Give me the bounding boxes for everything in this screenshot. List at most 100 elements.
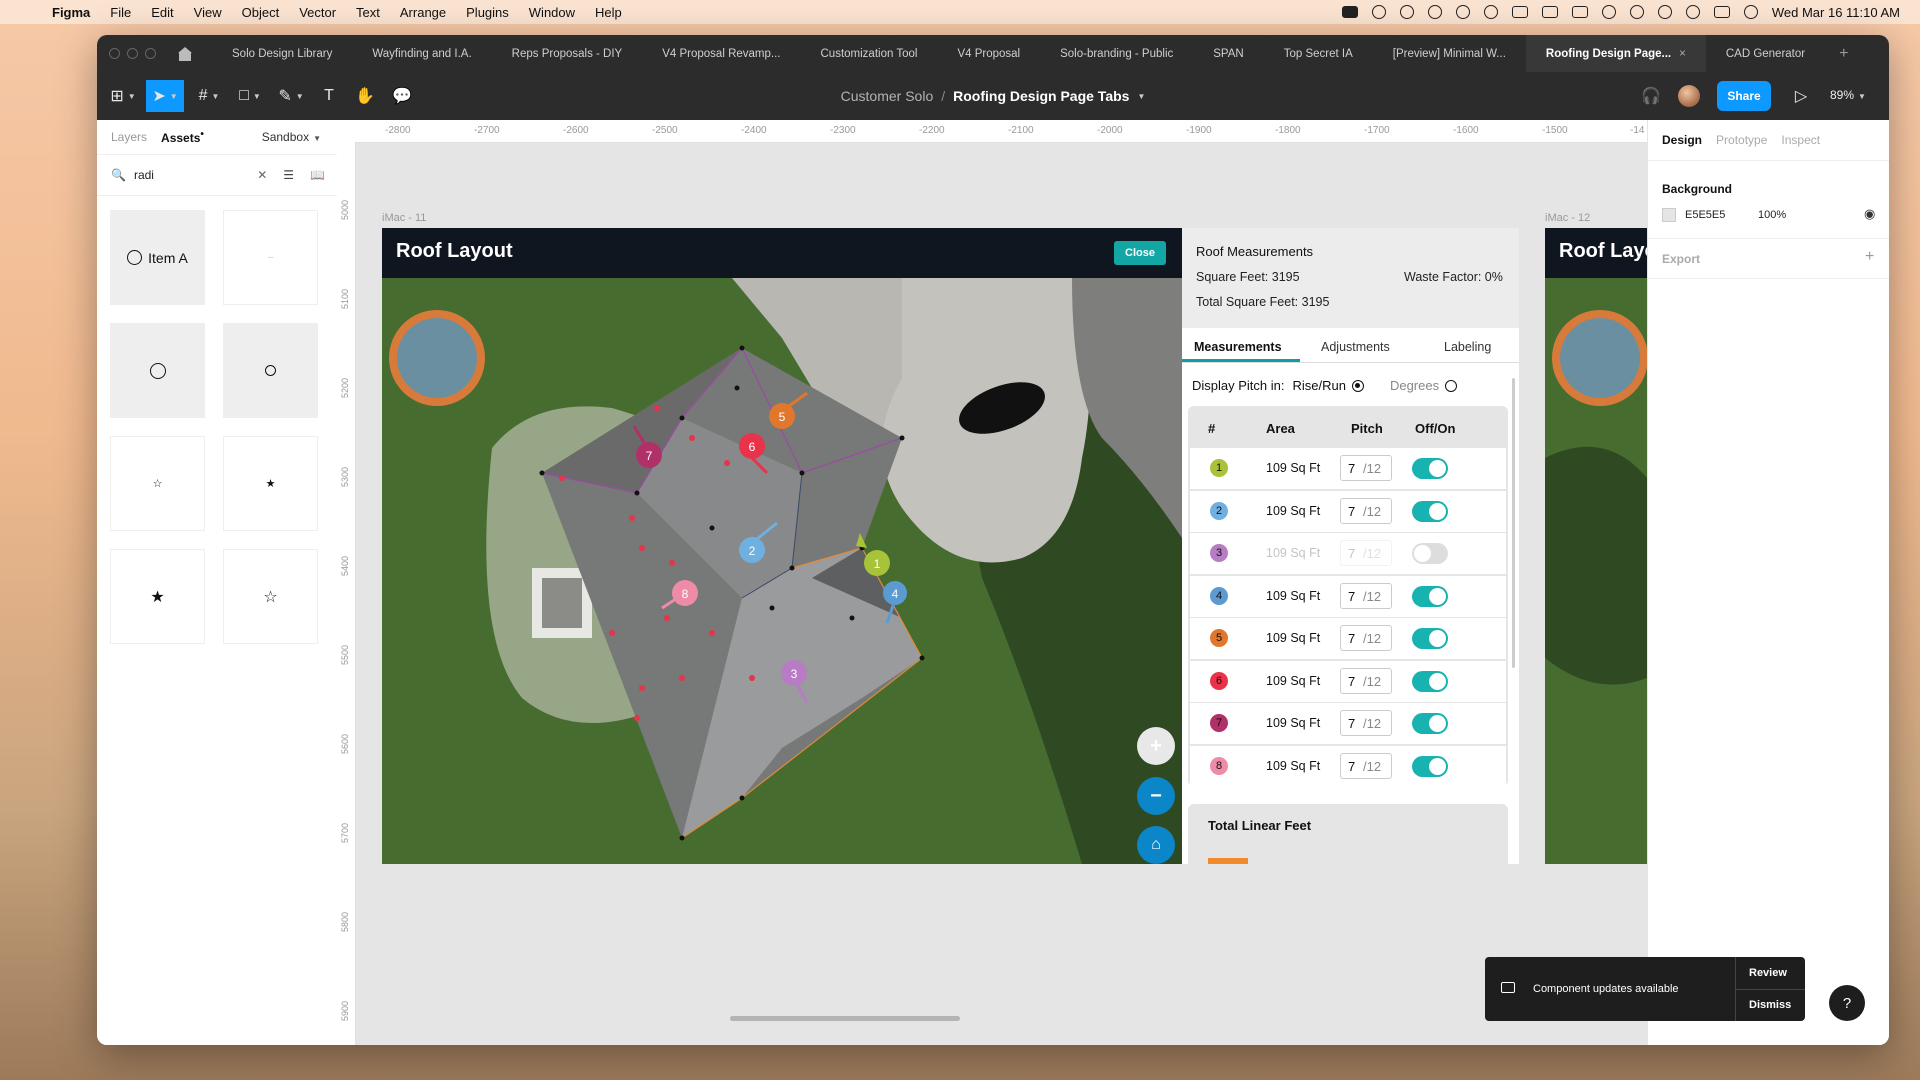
present-button[interactable]: ▷ [1789, 80, 1813, 112]
frame-label-imac-12[interactable]: iMac - 12 [1545, 212, 1590, 224]
pitch-input[interactable]: 7/12 [1340, 625, 1392, 651]
tab-layers[interactable]: Layers [111, 130, 147, 144]
zoom-window-button[interactable] [145, 48, 156, 59]
menu-object[interactable]: Object [242, 5, 280, 20]
asset-star-half-small[interactable]: ★ [223, 436, 318, 531]
asset-blank[interactable]: – [223, 210, 318, 305]
background-opacity[interactable]: 100% [1758, 209, 1786, 221]
move-tool[interactable]: ➤ ▼ [146, 80, 184, 112]
hand-tool[interactable]: ✋ [350, 80, 380, 112]
tab-cad-generator[interactable]: CAD Generator [1706, 35, 1825, 72]
pitch-input[interactable]: 7/12 [1340, 540, 1392, 566]
marker-3[interactable]: 3 [781, 660, 809, 704]
menu-arrange[interactable]: Arrange [400, 5, 446, 20]
pitch-input[interactable]: 7/12 [1340, 582, 1392, 609]
tab-customization-tool[interactable]: Customization Tool [801, 35, 938, 72]
close-tab-icon[interactable]: × [1679, 48, 1686, 60]
shape-tool[interactable]: □ ▼ [232, 80, 268, 112]
pitch-input[interactable]: 7/12 [1340, 497, 1392, 524]
new-tab-icon[interactable]: + [1839, 45, 1848, 63]
tab-top-secret-ia[interactable]: Top Secret IA [1264, 35, 1373, 72]
search-icon[interactable] [1657, 5, 1672, 19]
roof-layout-frame-2[interactable]: Roof Layout [1545, 228, 1647, 864]
segment-toggle[interactable] [1412, 628, 1448, 649]
text-tool[interactable]: T [314, 80, 344, 112]
tab-prototype[interactable]: Prototype [1716, 133, 1767, 147]
comment-tool[interactable]: 💬 [387, 80, 417, 112]
degrees-radio[interactable] [1445, 379, 1458, 392]
frame-tool[interactable]: # ▼ [191, 80, 227, 112]
marker-1[interactable]: 1 [856, 533, 890, 576]
tab-preview-minimal[interactable]: [Preview] Minimal W... [1373, 35, 1526, 72]
menu-help[interactable]: Help [595, 5, 622, 20]
keyboard-icon[interactable] [1541, 6, 1558, 18]
panel-scrollbar[interactable] [1512, 378, 1515, 668]
visibility-eye-icon[interactable]: ◉ [1864, 206, 1875, 222]
segment-toggle[interactable] [1412, 670, 1448, 692]
segment-toggle[interactable] [1412, 500, 1448, 522]
clear-search-icon[interactable]: ✕ [257, 168, 267, 182]
asset-radio-item[interactable]: Item A [110, 210, 205, 305]
asset-star-small[interactable]: ☆ [110, 436, 205, 531]
tab-adjustments[interactable]: Adjustments [1321, 340, 1390, 354]
pen-tool[interactable]: ✎ ▼ [273, 80, 309, 112]
pitch-input[interactable]: 7/12 [1340, 752, 1392, 779]
asset-star-half[interactable]: ★ [110, 549, 205, 644]
siri-icon[interactable] [1743, 5, 1758, 19]
frame-label-imac-11[interactable]: iMac - 11 [382, 212, 426, 224]
password-icon[interactable] [1455, 5, 1470, 19]
asset-radio-large[interactable] [110, 323, 205, 418]
creative-cloud-icon[interactable] [1399, 5, 1414, 19]
menu-file[interactable]: File [110, 5, 131, 20]
menu-window[interactable]: Window [529, 5, 575, 20]
home-icon[interactable] [178, 46, 192, 61]
pitch-input[interactable]: 7/12 [1340, 667, 1392, 694]
review-button[interactable]: Review [1749, 967, 1787, 979]
help-button[interactable]: ? [1829, 985, 1865, 1021]
marker-7[interactable]: 7 [632, 425, 662, 468]
segment-toggle[interactable] [1412, 543, 1448, 564]
audio-button[interactable]: 🎧 [1637, 80, 1665, 112]
tab-solo-branding[interactable]: Solo-branding - Public [1040, 35, 1193, 72]
list-view-icon[interactable]: ☰ [283, 168, 294, 182]
asset-radio-small[interactable] [223, 323, 318, 418]
segment-toggle[interactable] [1412, 458, 1448, 479]
menu-view[interactable]: View [194, 5, 222, 20]
segment-toggle[interactable] [1412, 755, 1448, 777]
zoom-dropdown[interactable]: 89% ▼ [1830, 88, 1866, 102]
marker-6[interactable]: 6 [739, 433, 769, 475]
tab-solo-design-library[interactable]: Solo Design Library [212, 35, 352, 72]
chevron-down-icon[interactable]: ▼ [1137, 92, 1145, 101]
airdrop-icon[interactable] [1685, 5, 1700, 19]
add-export-icon[interactable]: + [1865, 248, 1874, 266]
file-name[interactable]: Roofing Design Page Tabs [953, 88, 1129, 104]
tab-measurements[interactable]: Measurements [1194, 340, 1282, 354]
background-hex[interactable]: E5E5E5 [1685, 209, 1725, 221]
pitch-input[interactable]: 7/12 [1340, 455, 1392, 481]
canvas[interactable]: -2800 -2700 -2600 -2500 -2400 -2300 -220… [337, 120, 1647, 1045]
battery-icon[interactable] [1571, 6, 1588, 18]
tab-labeling[interactable]: Labeling [1444, 340, 1491, 354]
tab-inspect[interactable]: Inspect [1781, 133, 1820, 147]
rise-run-radio[interactable] [1351, 379, 1364, 392]
cloud-icon[interactable] [1371, 5, 1386, 19]
main-menu-button[interactable]: ⊞ ▼ [105, 80, 141, 112]
library-dropdown[interactable]: Sandbox ▼ [262, 130, 321, 144]
tab-design[interactable]: Design [1662, 133, 1702, 147]
volume-icon[interactable] [1511, 6, 1528, 18]
tab-v4-proposal-revamp[interactable]: V4 Proposal Revamp... [642, 35, 800, 72]
marker-2[interactable]: 2 [739, 521, 778, 563]
horizontal-scrollbar[interactable] [730, 1016, 960, 1021]
segment-toggle[interactable] [1412, 713, 1448, 734]
control-center-icon[interactable] [1713, 6, 1730, 18]
marker-8[interactable]: 8 [661, 580, 698, 610]
marker-4[interactable]: 4 [883, 581, 907, 624]
background-swatch[interactable] [1662, 208, 1676, 222]
zoom-in-button[interactable]: + [1137, 727, 1175, 765]
marker-5[interactable]: 5 [769, 391, 808, 429]
home-button[interactable]: ⌂ [1137, 826, 1175, 864]
close-window-button[interactable] [109, 48, 120, 59]
shield-icon[interactable] [1427, 5, 1442, 19]
tab-assets[interactable]: Assets• [161, 129, 204, 145]
asset-star[interactable]: ☆ [223, 549, 318, 644]
